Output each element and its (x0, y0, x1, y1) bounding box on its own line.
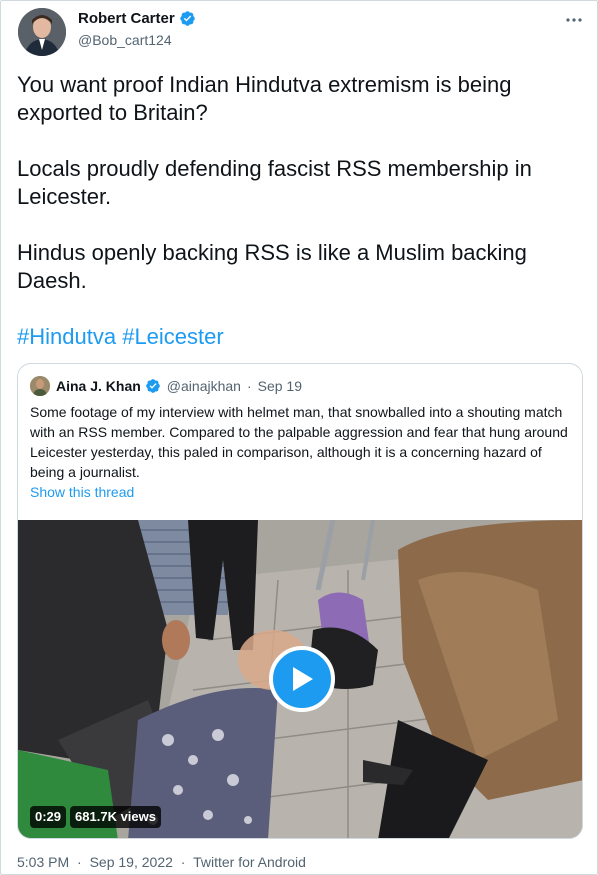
meta-separator: · (180, 854, 186, 870)
video-duration: 0:29 (30, 806, 67, 828)
tweet-footer: 5:03 PM · Sep 19, 2022 · Twitter for And… (17, 854, 306, 870)
video-views: 681.7K views (70, 806, 161, 828)
tweet-paragraph: Hindus openly backing RSS is like a Musl… (17, 240, 527, 293)
author-avatar[interactable] (18, 8, 66, 56)
meta-separator: · (246, 378, 252, 394)
quoted-author-name[interactable]: Aina J. Khan (56, 376, 141, 396)
tweet-time[interactable]: 5:03 PM (17, 854, 69, 870)
verified-badge-icon (179, 11, 195, 26)
tweet-text: You want proof Indian Hindutva extremism… (17, 71, 583, 323)
tweet-paragraph: You want proof Indian Hindutva extremism… (17, 72, 512, 125)
quoted-author-handle[interactable]: @ainajkhan (167, 376, 241, 396)
tweet-card: Robert Carter @Bob_cart124 You want proo… (0, 0, 598, 875)
meta-separator: · (77, 854, 82, 870)
verified-badge-icon (145, 379, 160, 393)
tweet-source[interactable]: Twitter for Android (193, 854, 306, 870)
quoted-text: Some footage of my interview with helmet… (30, 404, 568, 480)
tweet-date[interactable]: Sep 19, 2022 (90, 854, 173, 870)
quoted-tweet[interactable]: Aina J. Khan @ainajkhan · Sep 19 Some fo… (17, 363, 583, 839)
video-badges: 0:29 681.7K views (30, 806, 161, 828)
play-button[interactable] (269, 646, 335, 712)
quoted-author-avatar[interactable] (30, 376, 50, 396)
quoted-header: Aina J. Khan @ainajkhan · Sep 19 (56, 376, 302, 396)
more-options-icon[interactable] (563, 9, 585, 31)
play-icon (293, 667, 313, 691)
hashtag-link[interactable]: #Hindutva (17, 324, 116, 349)
show-thread-link[interactable]: Show this thread (30, 484, 134, 500)
tweet-hashtags: #Hindutva #Leicester (17, 323, 224, 351)
author-name[interactable]: Robert Carter (78, 10, 175, 27)
quoted-date[interactable]: Sep 19 (258, 376, 302, 396)
tweet-paragraph: Locals proudly defending fascist RSS mem… (17, 156, 532, 209)
video-player[interactable]: 0:29 681.7K views (18, 520, 582, 838)
author-handle[interactable]: @Bob_cart124 (78, 32, 172, 48)
author-name-row: Robert Carter (78, 10, 196, 27)
hashtag-link[interactable]: #Leicester (122, 324, 224, 349)
